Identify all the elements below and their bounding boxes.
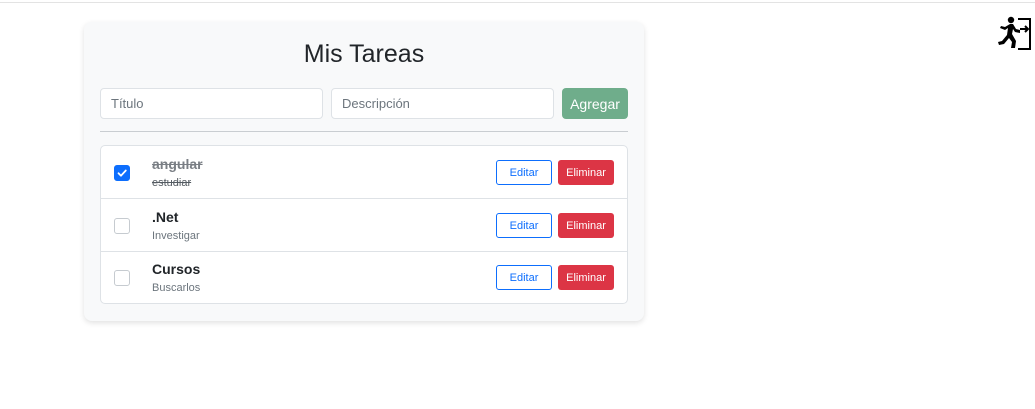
task-row: Cursos Buscarlos Editar Eliminar: [101, 251, 627, 303]
logout-button[interactable]: [996, 15, 1032, 51]
task-list: angular estudiar Editar Eliminar .Net In…: [100, 145, 628, 304]
page-title: Mis Tareas: [303, 40, 425, 68]
edit-button[interactable]: Editar: [496, 265, 552, 290]
task-description: Investigar: [152, 230, 200, 242]
task-row: angular estudiar Editar Eliminar: [101, 146, 627, 199]
delete-button[interactable]: Eliminar: [558, 160, 614, 185]
task-row: .Net Investigar Editar Eliminar: [101, 199, 627, 252]
edit-button[interactable]: Editar: [496, 160, 552, 185]
edit-button[interactable]: Editar: [496, 213, 552, 238]
running-exit-icon: [998, 16, 1031, 50]
delete-button[interactable]: Eliminar: [558, 265, 614, 290]
delete-button[interactable]: Eliminar: [558, 213, 614, 238]
title-input[interactable]: [100, 88, 323, 119]
add-task-button[interactable]: Agregar: [562, 88, 628, 119]
task-checkbox[interactable]: [114, 270, 130, 286]
divider: [100, 131, 628, 132]
task-title: .Net: [152, 209, 179, 225]
task-title: angular: [152, 156, 203, 172]
task-description: Buscarlos: [152, 282, 201, 294]
top-divider: [0, 2, 1035, 3]
tasks-card: Mis Tareas Agregar angular estudiar Edit…: [84, 22, 644, 321]
task-checkbox[interactable]: [114, 165, 130, 181]
task-checkbox[interactable]: [114, 218, 130, 234]
task-title: Cursos: [152, 261, 201, 277]
task-description: estudiar: [152, 177, 192, 189]
description-input[interactable]: [331, 88, 554, 119]
checkmark-icon: [117, 169, 127, 177]
